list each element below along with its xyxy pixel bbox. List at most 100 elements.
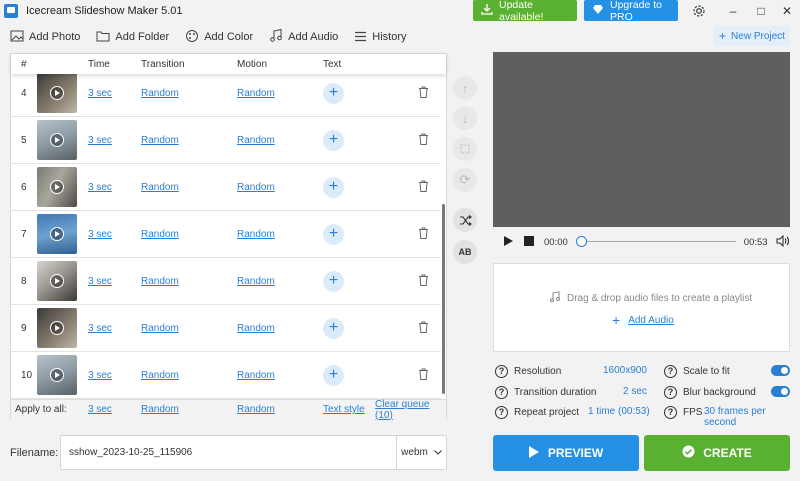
settings-gear-icon[interactable] (684, 0, 714, 22)
seek-bar[interactable] (575, 236, 736, 248)
scale-to-fit-toggle[interactable] (771, 365, 790, 376)
help-icon[interactable]: ? (495, 405, 508, 419)
add-photo-button[interactable]: Add Photo (10, 29, 80, 45)
help-icon[interactable]: ? (495, 385, 508, 399)
play-icon[interactable] (50, 321, 64, 335)
add-text-button[interactable]: + (323, 270, 344, 292)
add-text-button[interactable]: + (323, 317, 344, 339)
apply-time-link[interactable]: 3 sec (88, 404, 112, 415)
add-text-button[interactable]: + (323, 364, 344, 386)
shuffle-icon[interactable] (453, 208, 477, 232)
motion-link[interactable]: Random (237, 370, 275, 381)
resolution-value[interactable]: 1600x900 (603, 365, 647, 376)
seek-handle[interactable] (575, 236, 587, 247)
slide-thumbnail[interactable] (37, 73, 77, 113)
history-button[interactable]: History (354, 30, 407, 45)
add-text-button[interactable]: + (323, 176, 344, 198)
transition-link[interactable]: Random (141, 323, 179, 334)
minimize-icon[interactable]: – (718, 0, 748, 22)
play-icon[interactable] (503, 235, 514, 250)
clear-queue-link[interactable]: Clear queue (10) (375, 399, 446, 421)
time-link[interactable]: 3 sec (88, 88, 112, 99)
video-preview[interactable] (493, 52, 790, 227)
slide-thumbnail[interactable] (37, 355, 77, 395)
update-available-button[interactable]: Update available! (473, 0, 577, 23)
play-icon[interactable] (50, 227, 64, 241)
apply-motion-link[interactable]: Random (237, 404, 275, 415)
move-up-icon[interactable]: ↑ (453, 76, 477, 100)
preview-button[interactable]: PREVIEW (493, 435, 639, 471)
help-icon[interactable]: ? (495, 364, 508, 378)
audio-drop-zone[interactable]: Drag & drop audio files to create a play… (493, 263, 790, 352)
motion-link[interactable]: Random (237, 323, 275, 334)
add-audio-link[interactable]: Add Audio (628, 315, 674, 326)
time-link[interactable]: 3 sec (88, 323, 112, 334)
transition-link[interactable]: Random (141, 276, 179, 287)
repeat-value[interactable]: 1 time (00:53) (588, 406, 650, 417)
add-audio-button[interactable]: Add Audio (269, 28, 338, 46)
rotate-icon[interactable]: ⟳ (453, 168, 477, 192)
transition-link[interactable]: Random (141, 370, 179, 381)
play-icon[interactable] (50, 133, 64, 147)
help-icon[interactable]: ? (664, 364, 677, 378)
add-folder-button[interactable]: Add Folder (96, 30, 169, 45)
time-link[interactable]: 3 sec (88, 229, 112, 240)
trash-icon[interactable] (418, 274, 429, 289)
slide-thumbnail[interactable] (37, 120, 77, 160)
add-text-button[interactable]: + (323, 129, 344, 151)
trash-icon[interactable] (418, 133, 429, 148)
format-select[interactable]: webm (396, 436, 446, 469)
table-row[interactable]: 4 3 sec Random Random + (11, 70, 441, 117)
play-icon[interactable] (50, 368, 64, 382)
add-color-button[interactable]: Add Color (185, 29, 253, 46)
transition-link[interactable]: Random (141, 135, 179, 146)
blur-background-toggle[interactable] (771, 386, 790, 397)
trash-icon[interactable] (418, 86, 429, 101)
table-row[interactable]: 9 3 sec Random Random + (11, 305, 441, 352)
play-icon[interactable] (50, 86, 64, 100)
play-icon[interactable] (50, 274, 64, 288)
crop-icon[interactable] (453, 137, 477, 161)
create-button[interactable]: CREATE (644, 435, 790, 471)
slide-thumbnail[interactable] (37, 167, 77, 207)
transition-link[interactable]: Random (141, 182, 179, 193)
add-audio-link-button[interactable]: + Add Audio (612, 312, 674, 328)
move-down-icon[interactable]: ↓ (453, 106, 477, 130)
time-link[interactable]: 3 sec (88, 135, 112, 146)
motion-link[interactable]: Random (237, 276, 275, 287)
new-project-button[interactable]: + New Project (714, 26, 790, 46)
trash-icon[interactable] (418, 180, 429, 195)
motion-link[interactable]: Random (237, 88, 275, 99)
play-icon[interactable] (50, 180, 64, 194)
transition-link[interactable]: Random (141, 88, 179, 99)
transition-link[interactable]: Random (141, 229, 179, 240)
motion-link[interactable]: Random (237, 135, 275, 146)
add-text-button[interactable]: + (323, 82, 344, 104)
volume-icon[interactable] (776, 234, 790, 250)
close-icon[interactable]: ✕ (772, 0, 800, 22)
help-icon[interactable]: ? (664, 405, 677, 419)
time-link[interactable]: 3 sec (88, 182, 112, 193)
filename-field[interactable]: sshow_2023-10-25_115906 webm (60, 435, 447, 470)
table-row[interactable]: 5 3 sec Random Random + (11, 117, 441, 164)
motion-link[interactable]: Random (237, 182, 275, 193)
trash-icon[interactable] (418, 227, 429, 242)
time-link[interactable]: 3 sec (88, 276, 112, 287)
table-scrollbar[interactable] (441, 74, 447, 399)
table-row[interactable]: 6 3 sec Random Random + (11, 164, 441, 211)
table-row[interactable]: 8 3 sec Random Random + (11, 258, 441, 305)
text-ab-icon[interactable]: AB (453, 240, 477, 264)
filename-value[interactable]: sshow_2023-10-25_115906 (69, 447, 192, 458)
scrollbar-thumb[interactable] (442, 204, 445, 394)
transition-duration-value[interactable]: 2 sec (623, 386, 647, 397)
time-link[interactable]: 3 sec (88, 370, 112, 381)
slide-thumbnail[interactable] (37, 261, 77, 301)
motion-link[interactable]: Random (237, 229, 275, 240)
text-style-link[interactable]: Text style (323, 404, 365, 415)
trash-icon[interactable] (418, 321, 429, 336)
trash-icon[interactable] (418, 368, 429, 383)
slide-thumbnail[interactable] (37, 214, 77, 254)
slide-thumbnail[interactable] (37, 308, 77, 348)
help-icon[interactable]: ? (664, 385, 677, 399)
fps-value[interactable]: 30 frames per second (704, 406, 793, 428)
